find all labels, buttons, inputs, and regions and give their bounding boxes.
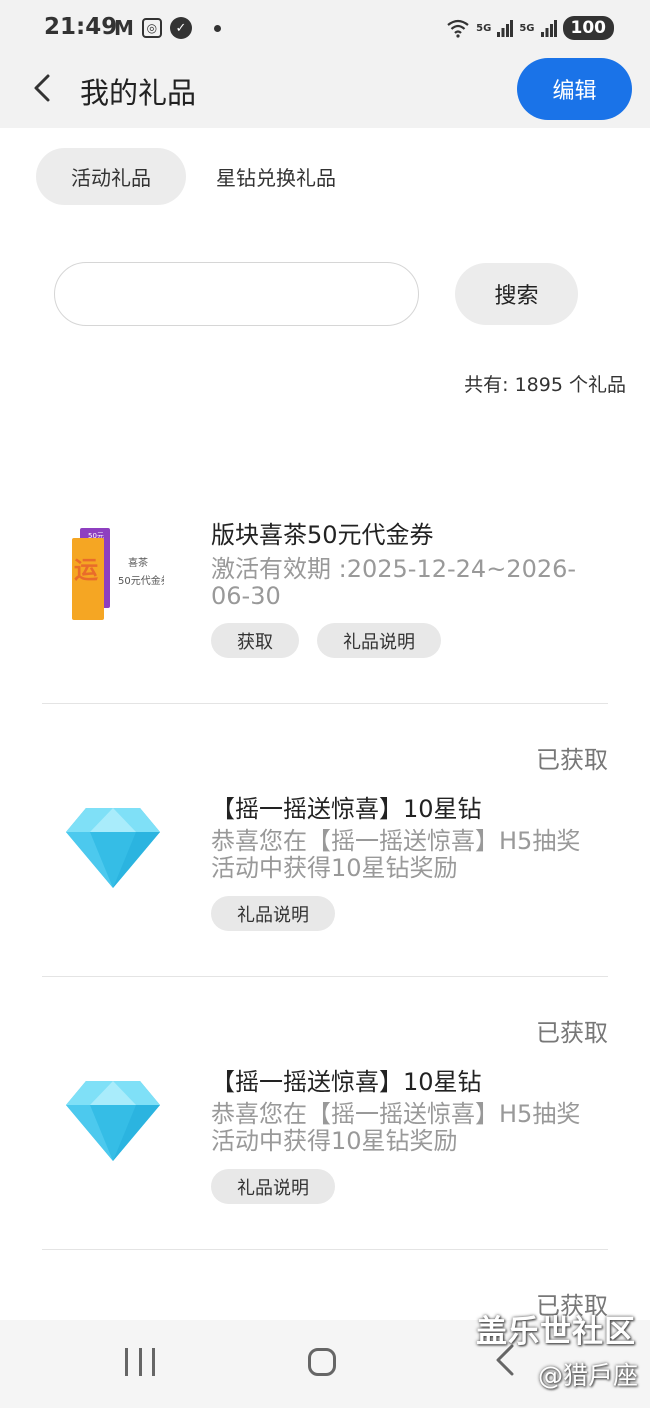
home-button[interactable]: [308, 1348, 336, 1376]
claimed-status: 已获取: [536, 746, 608, 774]
gift-title: 【摇一摇送惊喜】10星钻: [211, 795, 482, 823]
gift-info-button[interactable]: 礼品说明: [317, 623, 441, 658]
back-button[interactable]: [24, 68, 64, 108]
gift-tabs: 活动礼品 星钻兑换礼品: [36, 148, 366, 205]
watermark-community: 盖乐世社区: [476, 1314, 636, 1350]
app-header: 我的礼品 编辑: [0, 50, 650, 128]
screenshot-icon: ◎: [141, 18, 162, 38]
network-5g-label-2: 5G: [519, 22, 535, 34]
search-button[interactable]: 搜索: [455, 263, 578, 325]
watermark-author: @猎戶座: [537, 1361, 638, 1390]
search-input[interactable]: [54, 262, 419, 326]
voucher-card-icon: 50元 运 喜茶 50元代金券: [64, 528, 171, 628]
notification-icons: M ◎ ✓: [114, 16, 221, 40]
gift-item: 50元 运 喜茶 50元代金券 版块喜茶50元代金券 激活有效期 :2025-1…: [0, 480, 650, 700]
gift-title: 版块喜茶50元代金券: [211, 521, 434, 549]
edit-button[interactable]: 编辑: [517, 58, 632, 120]
chevron-left-icon: [34, 74, 50, 102]
battery-indicator: 100: [562, 16, 614, 40]
tab-activity-gifts[interactable]: 活动礼品: [36, 148, 186, 205]
gift-title: 【摇一摇送惊喜】10星钻: [211, 1068, 482, 1096]
gift-actions: 礼品说明: [211, 1169, 335, 1204]
gift-info-button[interactable]: 礼品说明: [211, 1169, 335, 1204]
check-shield-icon: ✓: [169, 17, 192, 39]
gift-item: 已获取 【摇一摇送惊喜】10星钻 恭喜您在【摇一摇送惊喜】H5抽奖活动中获得10…: [0, 977, 650, 1249]
gift-actions: 获取 礼品说明: [211, 623, 441, 658]
svg-text:50元代金券: 50元代金券: [118, 574, 164, 587]
tab-star-diamond-gifts[interactable]: 星钻兑换礼品: [186, 148, 366, 205]
recent-apps-button[interactable]: [125, 1348, 155, 1378]
claimed-status: 已获取: [536, 1019, 608, 1047]
gift-description: 恭喜您在【摇一摇送惊喜】H5抽奖活动中获得10星钻奖励: [211, 827, 581, 882]
system-icons: 5G 5G 100: [446, 16, 614, 40]
total-gift-count: 共有: 1895 个礼品: [464, 374, 626, 396]
more-notifications-dot-icon: [213, 24, 221, 32]
svg-text:运: 运: [74, 556, 98, 584]
wifi-icon: [447, 19, 469, 38]
status-time: 21:49: [44, 14, 118, 40]
status-bar: 21:49 M ◎ ✓ 5G 5G 100: [0, 0, 650, 50]
signal-icon-2: [540, 20, 557, 37]
claim-button[interactable]: 获取: [211, 623, 299, 658]
gift-info-button[interactable]: 礼品说明: [211, 896, 335, 931]
network-5g-label-1: 5G: [476, 22, 492, 34]
diamond-icon: [66, 808, 160, 892]
page-title: 我的礼品: [80, 76, 197, 110]
signal-icon-1: [497, 20, 514, 37]
gift-description: 恭喜您在【摇一摇送惊喜】H5抽奖活动中获得10星钻奖励: [211, 1100, 581, 1155]
svg-text:喜茶: 喜茶: [128, 556, 148, 569]
gift-item: 已获取 【摇一摇送惊喜】10星钻 恭喜您在【摇一摇送惊喜】H5抽奖活动中获得10…: [0, 704, 650, 976]
gmail-icon: M: [114, 16, 134, 40]
gift-validity: 激活有效期 :2025-12-24~2026-06-30: [211, 555, 577, 610]
gift-actions: 礼品说明: [211, 896, 335, 931]
diamond-icon: [66, 1081, 160, 1165]
